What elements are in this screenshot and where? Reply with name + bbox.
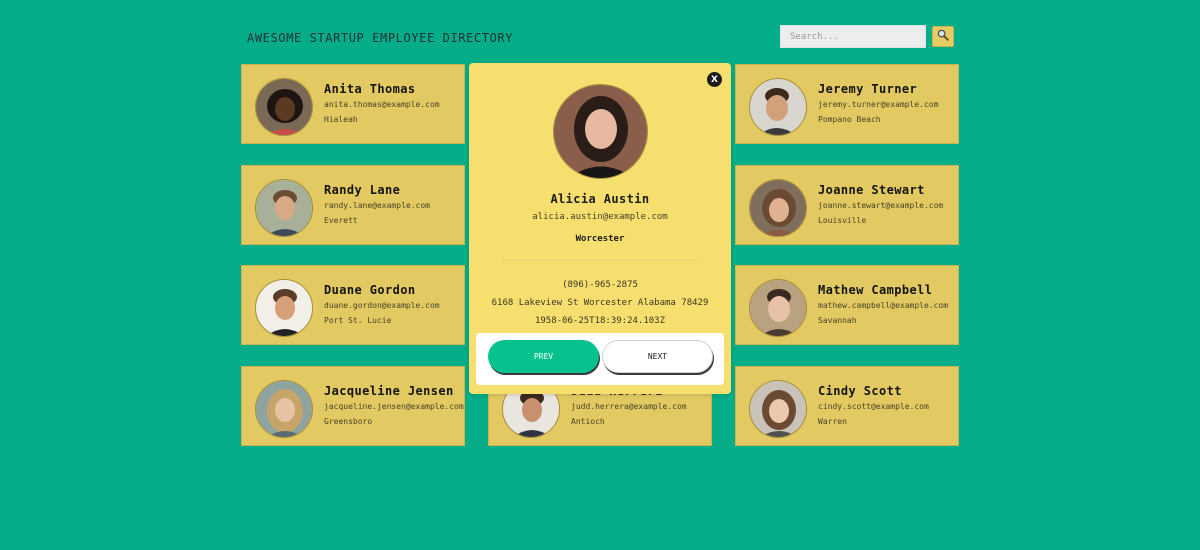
employee-city: Everett xyxy=(324,216,358,225)
employee-name: Cindy Scott xyxy=(818,384,902,398)
modal-name: Alicia Austin xyxy=(550,192,650,206)
employee-city: Savannah xyxy=(818,316,857,325)
search-input[interactable] xyxy=(780,25,926,48)
employee-card[interactable]: Randy Lane randy.lane@example.com Everet… xyxy=(241,165,465,245)
next-button[interactable]: NEXT xyxy=(602,340,713,373)
modal-address: 6168 Lakeview St Worcester Alabama 78429 xyxy=(491,298,709,308)
avatar xyxy=(749,380,807,438)
avatar xyxy=(255,279,313,337)
employee-email: duane.gordon@example.com xyxy=(324,301,440,310)
magnifier-icon xyxy=(937,29,949,44)
employee-email: judd.herrera@example.com xyxy=(571,402,687,411)
avatar xyxy=(749,78,807,136)
employee-city: Louisville xyxy=(818,216,867,225)
modal-nav: PREV NEXT xyxy=(476,333,724,385)
avatar xyxy=(749,279,807,337)
modal-city: Worcester xyxy=(575,234,625,244)
avatar xyxy=(749,179,807,237)
avatar xyxy=(255,78,313,136)
modal-divider xyxy=(502,260,700,261)
employee-email: cindy.scott@example.com xyxy=(818,402,929,411)
employee-email: jeremy.turner@example.com xyxy=(818,100,939,109)
employee-name: Joanne Stewart xyxy=(818,183,925,197)
employee-modal: X Alicia Austin alicia.austin@example.co… xyxy=(469,63,731,394)
employee-city: Antioch xyxy=(571,417,605,426)
employee-name: Anita Thomas xyxy=(324,82,416,96)
prev-button[interactable]: PREV xyxy=(488,340,599,373)
employee-email: randy.lane@example.com xyxy=(324,201,430,210)
avatar xyxy=(255,380,313,438)
employee-name: Duane Gordon xyxy=(324,283,416,297)
employee-card[interactable]: Cindy Scott cindy.scott@example.com Warr… xyxy=(735,366,959,446)
employee-city: Greensboro xyxy=(324,417,373,426)
employee-card[interactable]: Joanne Stewart joanne.stewart@example.co… xyxy=(735,165,959,245)
employee-city: Warren xyxy=(818,417,847,426)
employee-email: anita.thomas@example.com xyxy=(324,100,440,109)
employee-city: Hialeah xyxy=(324,115,358,124)
avatar xyxy=(255,179,313,237)
employee-name: Randy Lane xyxy=(324,183,401,197)
employee-card[interactable]: Jeremy Turner jeremy.turner@example.com … xyxy=(735,64,959,144)
modal-phone: (896)-965-2875 xyxy=(562,280,638,290)
employee-name: Mathew Campbell xyxy=(818,283,933,297)
employee-city: Pompano Beach xyxy=(818,115,881,124)
employee-email: joanne.stewart@example.com xyxy=(818,201,944,210)
search-bar xyxy=(780,25,954,48)
employee-city: Port St. Lucie xyxy=(324,316,392,325)
employee-name: Jacqueline Jensen xyxy=(324,384,454,398)
employee-email: mathew.campbell@example.com xyxy=(818,301,949,310)
employee-card[interactable]: Anita Thomas anita.thomas@example.com Hi… xyxy=(241,64,465,144)
page-title: AWESOME STARTUP EMPLOYEE DIRECTORY xyxy=(247,31,514,45)
modal-email: alicia.austin@example.com xyxy=(532,212,668,222)
employee-card[interactable]: Mathew Campbell mathew.campbell@example.… xyxy=(735,265,959,345)
employee-card[interactable]: Jacqueline Jensen jacqueline.jensen@exam… xyxy=(241,366,465,446)
search-button[interactable] xyxy=(932,26,954,47)
employee-name: Jeremy Turner xyxy=(818,82,918,96)
modal-avatar xyxy=(553,84,648,179)
modal-birthday: 1958-06-25T18:39:24.103Z xyxy=(534,316,666,326)
employee-email: jacqueline.jensen@example.com xyxy=(324,402,464,411)
close-button[interactable]: X xyxy=(707,72,722,87)
employee-card[interactable]: Duane Gordon duane.gordon@example.com Po… xyxy=(241,265,465,345)
